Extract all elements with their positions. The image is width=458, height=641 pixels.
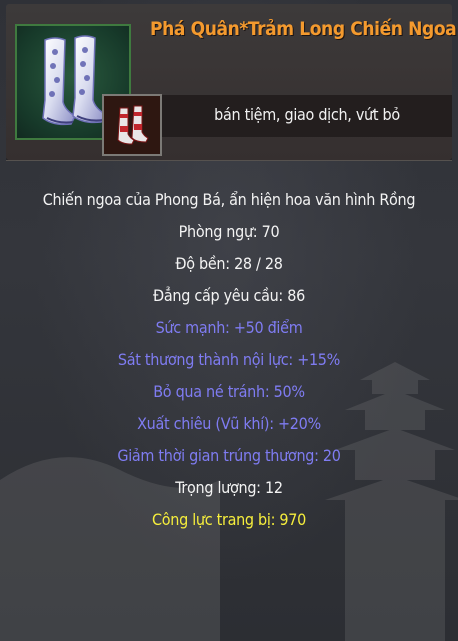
stat-strength: Sức mạnh: +50 điểm [155, 318, 303, 337]
stat-durability: Độ bền: 28 / 28 [175, 254, 283, 273]
item-actions-text: bán tiệm, giao dịch, vứt bỏ [214, 105, 400, 124]
stat-attack-speed: Xuất chiêu (Vũ khí): +20% [137, 414, 321, 433]
stat-ignore-dodge: Bỏ qua né tránh: 50% [153, 382, 305, 401]
stat-hit-recovery: Giảm thời gian trúng thương: 20 [117, 446, 341, 465]
stat-weight: Trọng lượng: 12 [175, 478, 283, 497]
stat-equip-power: Công lực trang bị: 970 [152, 510, 306, 529]
stat-inner-damage: Sát thương thành nội lực: +15% [117, 350, 341, 369]
item-stats-list: Chiến ngoa của Phong Bá, ẩn hiện hoa văn… [0, 187, 458, 539]
boots-small-icon[interactable] [102, 94, 162, 156]
stat-level-requirement: Đẳng cấp yêu cầu: 86 [153, 286, 305, 305]
item-actions-bar: bán tiệm, giao dịch, vứt bỏ [162, 95, 452, 137]
item-tooltip: Phá Quân*Trảm Long Chiến Ngoa bán tiệm, … [0, 0, 458, 641]
header-divider [6, 160, 452, 161]
stat-defense: Phòng ngự: 70 [178, 222, 280, 241]
stat-description: Chiến ngoa của Phong Bá, ẩn hiện hoa văn… [42, 190, 416, 209]
item-name: Phá Quân*Trảm Long Chiến Ngoa [150, 18, 457, 40]
